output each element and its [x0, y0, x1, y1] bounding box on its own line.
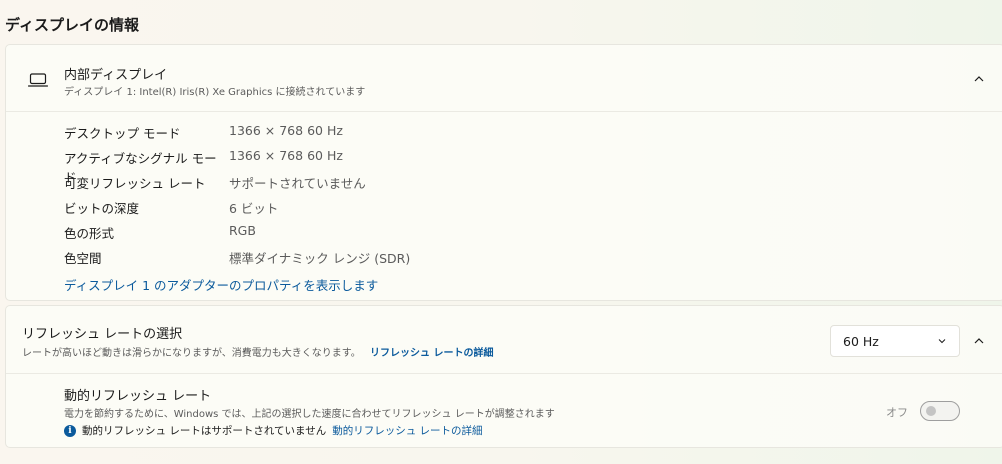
divider	[6, 111, 1002, 112]
collapse-refresh-rate-button[interactable]	[967, 329, 991, 353]
refresh-rate-title: リフレッシュ レートの選択	[22, 327, 183, 342]
refresh-rate-card: リフレッシュ レートの選択 レートが高いほど動きは滑らかになりますが、消費電力も…	[5, 305, 1002, 448]
toggle-state-label: オフ	[886, 406, 908, 419]
info-icon: i	[64, 424, 76, 437]
display-title: 内部ディスプレイ	[64, 68, 168, 83]
refresh-rate-details-link[interactable]: リフレッシュ レートの詳細	[370, 348, 493, 359]
property-value: 1366 × 768 60 Hz	[229, 123, 343, 138]
property-value: 標準ダイナミック レンジ (SDR)	[229, 251, 411, 266]
refresh-rate-selected: 60 Hz	[843, 333, 879, 349]
property-row: ビットの深度 6 ビット	[64, 198, 410, 223]
chevron-up-icon	[974, 338, 984, 344]
property-label: アクティブなシグナル モード	[64, 151, 217, 185]
property-row: 可変リフレッシュ レート サポートされていません	[64, 173, 410, 198]
dynamic-refresh-toggle[interactable]	[920, 401, 960, 421]
property-row: アクティブなシグナル モード 1366 × 768 60 Hz	[64, 148, 410, 185]
display-subtitle: ディスプレイ 1: Intel(R) Iris(R) Xe Graphics に…	[64, 87, 366, 98]
divider	[6, 373, 1002, 374]
adapter-properties-link[interactable]: ディスプレイ 1 のアダプターのプロパティを表示します	[64, 275, 378, 294]
dynamic-refresh-description: 電力を節約するために、Windows では、上記の選択した速度に合わせてリフレッ…	[64, 409, 555, 420]
dynamic-refresh-info-text: 動的リフレッシュ レートはサポートされていません	[82, 425, 327, 437]
chevron-down-icon	[938, 339, 946, 344]
laptop-icon	[28, 73, 48, 87]
property-row: 色の形式 RGB	[64, 223, 410, 248]
property-label: ビットの深度	[64, 201, 140, 216]
refresh-rate-description: レートが高いほど動きは滑らかになりますが、消費電力も大きくなります。	[22, 348, 361, 359]
collapse-display-button[interactable]	[967, 67, 991, 91]
property-label: 色の形式	[64, 226, 115, 241]
property-label: 色空間	[64, 251, 102, 266]
property-value: RGB	[229, 223, 256, 238]
property-row: デスクトップ モード 1366 × 768 60 Hz	[64, 123, 410, 148]
display-properties: デスクトップ モード 1366 × 768 60 Hz アクティブなシグナル モ…	[64, 123, 410, 273]
property-value: 6 ビット	[229, 201, 279, 216]
toggle-knob	[926, 406, 936, 416]
display-info-card: 内部ディスプレイ ディスプレイ 1: Intel(R) Iris(R) Xe G…	[5, 44, 1002, 301]
dynamic-refresh-info-row: i 動的リフレッシュ レートはサポートされていません 動的リフレッシュ レートの…	[64, 423, 483, 438]
property-label: デスクトップ モード	[64, 126, 181, 141]
dynamic-refresh-title: 動的リフレッシュ レート	[64, 389, 212, 404]
property-value: サポートされていません	[229, 176, 366, 191]
dynamic-refresh-details-link[interactable]: 動的リフレッシュ レートの詳細	[332, 423, 482, 438]
chevron-up-icon	[974, 76, 984, 82]
property-value: 1366 × 768 60 Hz	[229, 148, 343, 163]
property-label: 可変リフレッシュ レート	[64, 176, 206, 191]
property-row: 色空間 標準ダイナミック レンジ (SDR)	[64, 248, 410, 273]
refresh-rate-dropdown[interactable]: 60 Hz	[830, 325, 960, 357]
refresh-rate-description-row: レートが高いほど動きは滑らかになりますが、消費電力も大きくなります。 リフレッシ…	[22, 344, 493, 359]
page-title: ディスプレイの情報	[5, 16, 139, 34]
